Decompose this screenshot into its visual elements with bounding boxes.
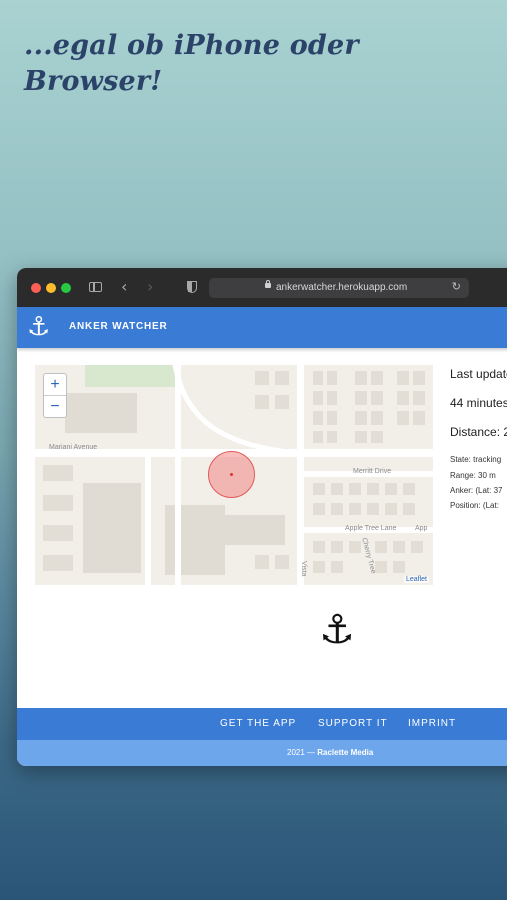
- street-label-vista: Vista: [300, 561, 307, 577]
- current-position-value: Position: (Lat:: [450, 501, 499, 510]
- street-label-appletree: Apple Tree Lane: [345, 525, 397, 532]
- copyright-owner-link[interactable]: Raclette Media: [317, 748, 373, 757]
- headline-line-2: Browser!: [24, 66, 163, 97]
- map-attribution-link[interactable]: Leaflet: [403, 576, 429, 583]
- reload-icon[interactable]: ↻: [452, 280, 461, 293]
- address-bar[interactable]: ankerwatcher.herokuapp.com ↻: [209, 278, 469, 298]
- back-icon[interactable]: ‹: [121, 279, 127, 295]
- last-update-label: Last update: [450, 367, 507, 381]
- address-url: ankerwatcher.herokuapp.com: [276, 282, 408, 293]
- headline-line-1: ...egal ob iPhone oder: [24, 30, 359, 61]
- distance-value: Distance: 2: [450, 425, 507, 439]
- browser-window: ‹ › ankerwatcher.herokuapp.com ↻ ⚓ ANKER…: [17, 268, 507, 766]
- support-it-link[interactable]: SUPPORT IT: [318, 718, 388, 729]
- street-label-merritt: Merritt Drive: [353, 468, 392, 475]
- close-window-button[interactable]: [31, 283, 41, 293]
- copyright-text: 2021 — Raclette Media: [287, 748, 373, 757]
- zoom-control: + −: [43, 373, 67, 418]
- footer-nav: GET THE APP SUPPORT IT IMPRINT: [17, 708, 507, 740]
- app-header: ⚓ ANKER WATCHER: [17, 307, 507, 348]
- zoom-out-button[interactable]: −: [44, 395, 66, 417]
- map-view[interactable]: + − Mariani Avenue Merritt Drive Apple T…: [35, 365, 433, 585]
- minimize-window-button[interactable]: [46, 283, 56, 293]
- state-value: State: tracking: [450, 455, 502, 464]
- imprint-link[interactable]: IMPRINT: [408, 718, 456, 729]
- anchor-logo-icon[interactable]: ⚓: [27, 312, 50, 342]
- app-title[interactable]: ANKER WATCHER: [69, 321, 168, 332]
- promo-headline: ...egal ob iPhone oder Browser!: [24, 28, 359, 100]
- browser-titlebar: ‹ › ankerwatcher.herokuapp.com ↻: [17, 268, 507, 307]
- footer-copyright-bar: 2021 — Raclette Media: [17, 740, 507, 766]
- get-the-app-link[interactable]: GET THE APP: [220, 718, 296, 729]
- anker-position-value: Anker: (Lat: 37: [450, 486, 503, 495]
- street-label-mariani: Mariani Avenue: [49, 444, 98, 451]
- copyright-prefix: 2021 —: [287, 748, 318, 757]
- zoom-in-button[interactable]: +: [44, 374, 66, 395]
- sidebar-toggle-icon[interactable]: [89, 282, 102, 292]
- range-value: Range: 30 m: [450, 471, 496, 480]
- privacy-shield-icon[interactable]: [187, 281, 197, 293]
- zoom-window-button[interactable]: [61, 283, 71, 293]
- forward-icon[interactable]: ›: [147, 279, 153, 295]
- lock-icon: [265, 280, 271, 288]
- anchor-status-icon: ⚓: [319, 607, 355, 653]
- anchor-range-circle: [208, 451, 255, 498]
- street-label-appletree-2: App: [415, 525, 428, 532]
- last-update-ago: 44 minutes: [450, 396, 507, 410]
- anchor-position-marker: [230, 473, 233, 476]
